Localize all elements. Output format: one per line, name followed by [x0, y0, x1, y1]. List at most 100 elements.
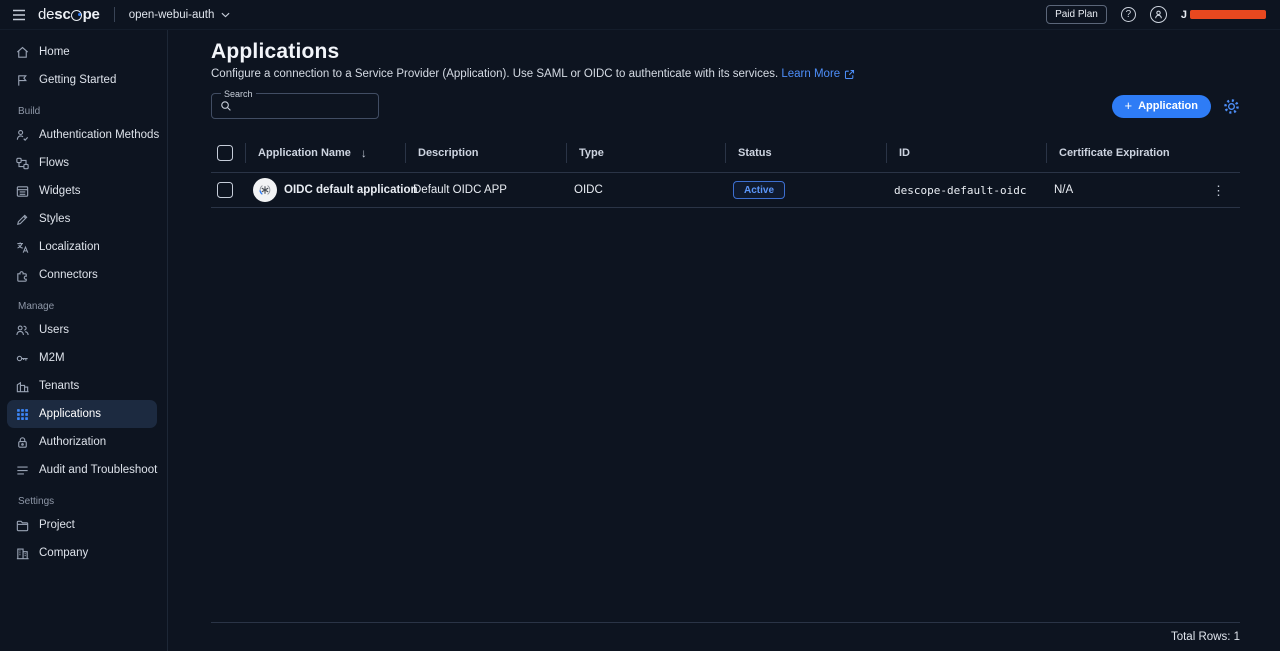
search-text-field[interactable]: [238, 99, 357, 113]
translate-icon: [15, 240, 30, 255]
sidebar: Home Getting Started Build Authenticatio…: [0, 30, 168, 651]
sidebar-item-label: Tenants: [39, 380, 79, 392]
main-content: Applications Configure a connection to a…: [168, 30, 1280, 651]
sidebar-item-connectors[interactable]: Connectors: [7, 261, 157, 289]
logo-text: de: [38, 6, 54, 23]
sidebar-item-localization[interactable]: Localization: [7, 233, 157, 261]
pen-icon: [15, 212, 30, 227]
search-icon: [220, 100, 232, 112]
learn-more-link[interactable]: Learn More: [781, 67, 855, 82]
column-certificate-expiration: Certificate Expiration: [1046, 143, 1240, 163]
table-footer: Total Rows: 1: [211, 622, 1240, 643]
openid-logo-icon: [256, 181, 274, 199]
sidebar-item-applications[interactable]: Applications: [7, 400, 157, 428]
sort-descending-icon[interactable]: ↓: [361, 146, 367, 160]
external-link-icon: [844, 69, 855, 80]
sidebar-item-m2m[interactable]: M2M: [7, 344, 157, 372]
gear-icon[interactable]: [1223, 98, 1240, 115]
search-label: Search: [221, 89, 256, 99]
chevron-down-icon: [221, 12, 230, 18]
sidebar-item-label: Localization: [39, 241, 100, 253]
sidebar-item-company[interactable]: Company: [7, 539, 157, 567]
table-header: Application Name ↓ Description Type Stat…: [211, 134, 1240, 173]
users-icon: [15, 323, 30, 338]
sidebar-item-label: Connectors: [39, 269, 98, 281]
hamburger-menu-icon[interactable]: [10, 7, 28, 23]
sidebar-item-project[interactable]: Project: [7, 511, 157, 539]
flow-nodes-icon: [15, 156, 30, 171]
project-selector[interactable]: open-webui-auth: [129, 9, 231, 21]
column-id: ID: [886, 143, 1046, 163]
topbar-divider: [114, 7, 115, 22]
sidebar-section-settings: Settings: [0, 484, 167, 511]
sidebar-item-label: Authentication Methods: [39, 129, 159, 141]
table-actions: + Application: [1112, 95, 1240, 118]
sidebar-item-label: M2M: [39, 352, 65, 364]
sidebar-item-label: Styles: [39, 213, 70, 225]
column-application-name: Application Name ↓: [245, 143, 405, 163]
sidebar-item-audit-and-troubleshoot[interactable]: Audit and Troubleshoot: [7, 456, 157, 484]
application-name-text: OIDC default application: [284, 184, 418, 196]
person-check-icon: [15, 128, 30, 143]
sidebar-item-label: Flows: [39, 157, 69, 169]
add-application-button[interactable]: + Application: [1112, 95, 1211, 118]
sidebar-item-label: Users: [39, 324, 69, 336]
sidebar-item-label: Home: [39, 46, 70, 58]
sidebar-item-home[interactable]: Home: [7, 38, 157, 66]
subtitle-text: Configure a connection to a Service Prov…: [211, 68, 778, 80]
user-menu[interactable]: J: [1181, 9, 1266, 21]
sidebar-item-authentication-methods[interactable]: Authentication Methods: [7, 121, 157, 149]
sidebar-item-label: Company: [39, 547, 88, 559]
project-name: open-webui-auth: [129, 9, 215, 21]
cell-type: OIDC: [566, 184, 725, 196]
widgets-icon: [15, 184, 30, 199]
sidebar-item-label: Applications: [39, 408, 101, 420]
sidebar-item-styles[interactable]: Styles: [7, 205, 157, 233]
paid-plan-button[interactable]: Paid Plan: [1046, 5, 1107, 24]
buildings-icon: [15, 379, 30, 394]
page-subtitle: Configure a connection to a Service Prov…: [211, 67, 1240, 82]
sidebar-item-label: Project: [39, 519, 75, 531]
sidebar-section-manage: Manage: [0, 289, 167, 316]
row-checkbox-cell: [211, 182, 245, 198]
user-account-icon[interactable]: [1150, 6, 1167, 23]
key-icon: [15, 351, 30, 366]
cell-description: Default OIDC APP: [405, 184, 566, 196]
lock-icon: [15, 435, 30, 450]
grid-icon: [15, 407, 30, 422]
sidebar-item-flows[interactable]: Flows: [7, 149, 157, 177]
help-icon[interactable]: ?: [1121, 7, 1136, 22]
sidebar-item-getting-started[interactable]: Getting Started: [7, 66, 157, 94]
sidebar-section-build: Build: [0, 94, 167, 121]
sidebar-item-widgets[interactable]: Widgets: [7, 177, 157, 205]
row-checkbox[interactable]: [217, 182, 233, 198]
sidebar-item-tenants[interactable]: Tenants: [7, 372, 157, 400]
search-input[interactable]: Search: [211, 93, 379, 119]
flag-icon: [15, 73, 30, 88]
table-row[interactable]: OIDC default application Default OIDC AP…: [211, 173, 1240, 208]
folder-icon: [15, 518, 30, 533]
plus-icon: +: [1125, 99, 1133, 112]
building-icon: [15, 546, 30, 561]
select-all-checkbox[interactable]: [217, 145, 233, 161]
topbar: descpe open-webui-auth Paid Plan ? J: [0, 0, 1280, 30]
home-icon: [15, 45, 30, 60]
cell-application-name: OIDC default application: [245, 178, 405, 202]
cell-certificate-expiration: N/A ⋮: [1046, 184, 1240, 197]
row-kebab-menu-icon[interactable]: ⋮: [1209, 184, 1228, 197]
sidebar-item-label: Audit and Troubleshoot: [39, 464, 157, 476]
cell-status: Active: [725, 181, 886, 199]
topbar-right: Paid Plan ? J: [1046, 5, 1266, 24]
column-status: Status: [725, 143, 886, 163]
list-lines-icon: [15, 463, 30, 478]
sidebar-item-authorization[interactable]: Authorization: [7, 428, 157, 456]
descope-logo[interactable]: descpe: [38, 6, 100, 23]
oidc-app-avatar: [253, 178, 277, 202]
page-title: Applications: [211, 40, 1240, 64]
redacted-username-bar: [1190, 10, 1266, 19]
header-checkbox-cell: [211, 143, 245, 163]
cell-id: descope-default-oidc: [886, 184, 1046, 197]
sidebar-item-users[interactable]: Users: [7, 316, 157, 344]
column-type: Type: [566, 143, 725, 163]
toolbar: Search + Application: [211, 92, 1240, 120]
